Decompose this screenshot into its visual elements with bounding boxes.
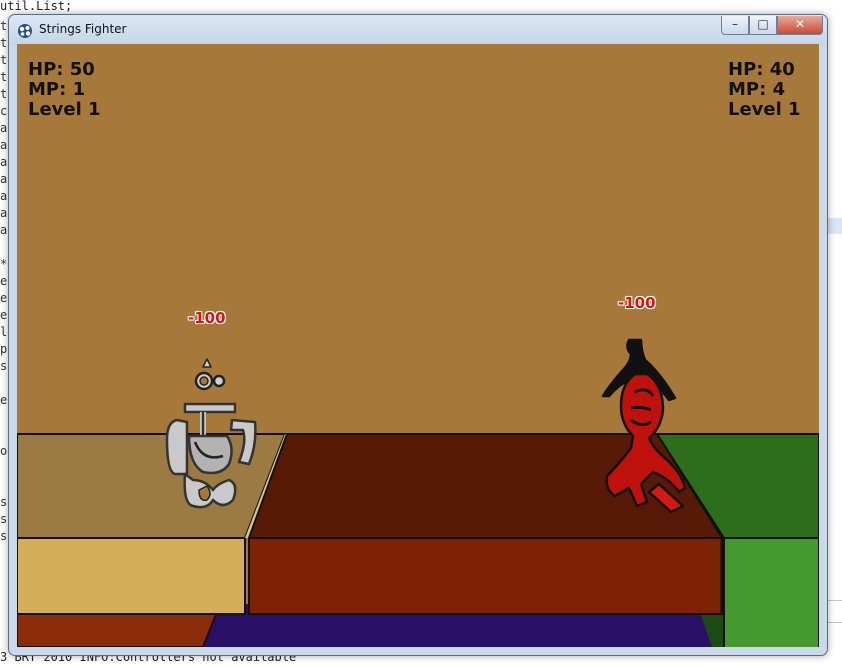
right-platform-front <box>723 537 819 647</box>
app-icon <box>18 24 32 38</box>
left-player-stats: HP: 50 MP: 1 Level 1 <box>28 60 101 120</box>
right-player-hp: HP: 40 <box>728 59 795 80</box>
title-bar[interactable]: Strings Fighter – □ ✕ <box>9 15 827 45</box>
window-title: Strings Fighter <box>39 22 127 36</box>
right-player-mp: MP: 4 <box>728 79 786 100</box>
minimize-icon: – <box>732 17 738 31</box>
close-icon: ✕ <box>794 17 806 31</box>
maximize-button[interactable]: □ <box>749 16 777 35</box>
close-button[interactable]: ✕ <box>777 16 823 35</box>
maximize-icon: □ <box>757 17 769 31</box>
game-window[interactable]: Strings Fighter – □ ✕ HP: 50 MP: 1 Level… <box>8 14 828 656</box>
minimize-button[interactable]: – <box>721 16 749 35</box>
left-player-hp: HP: 50 <box>28 59 95 80</box>
right-player-level: Level 1 <box>728 99 801 120</box>
ide-code-line: util.List; <box>0 0 73 13</box>
left-player-damage: -100 <box>188 309 226 327</box>
arena-wall <box>17 44 819 434</box>
left-ledge <box>17 611 219 647</box>
right-player-damage: -100 <box>618 294 656 312</box>
right-player-stats: HP: 40 MP: 4 Level 1 <box>728 60 801 120</box>
left-player-mp: MP: 1 <box>28 79 86 100</box>
game-canvas[interactable]: HP: 50 MP: 1 Level 1 HP: 40 MP: 4 Level … <box>17 44 819 647</box>
left-player-level: Level 1 <box>28 99 101 120</box>
arena-scene <box>17 44 819 647</box>
center-platform-front <box>248 537 723 615</box>
left-platform-front <box>17 537 246 615</box>
